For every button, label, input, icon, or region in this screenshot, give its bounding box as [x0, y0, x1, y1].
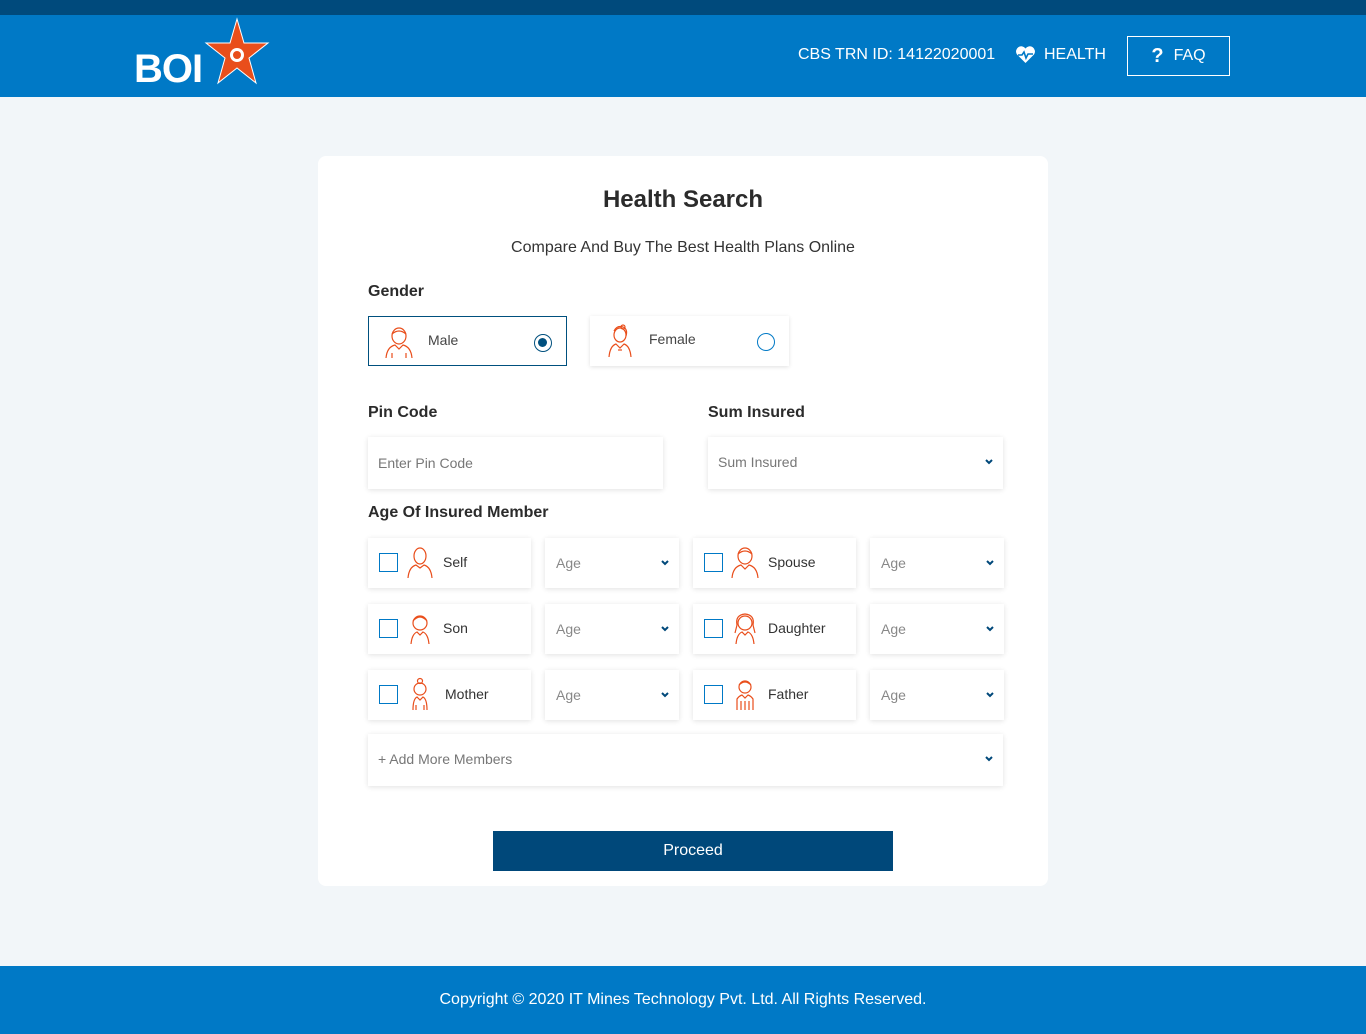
add-more-members-select[interactable]: + Add More Members — [368, 734, 1003, 786]
mother-avatar-icon — [412, 677, 428, 711]
member-label-father: Father — [768, 686, 809, 702]
health-label: HEALTH — [1044, 46, 1106, 63]
add-more-members-label: + Add More Members — [378, 751, 513, 767]
spouse-avatar-icon — [731, 547, 759, 579]
faq-label: FAQ — [1173, 47, 1206, 64]
top-strip — [0, 0, 1366, 15]
age-value-spouse: Age — [881, 555, 906, 571]
member-label-mother: Mother — [445, 686, 489, 702]
sum-insured-value: Sum Insured — [718, 454, 798, 470]
checkbox-spouse[interactable] — [704, 553, 723, 572]
pincode-label: Pin Code — [368, 404, 438, 421]
cbs-trn-id: CBS TRN ID: 14122020001 — [798, 46, 996, 63]
question-mark-icon: ? — [1151, 44, 1164, 67]
chevron-down-icon — [661, 692, 669, 698]
chevron-down-icon — [986, 560, 994, 566]
age-value-mother: Age — [556, 687, 581, 703]
page-title: Health Search — [602, 186, 764, 213]
member-label-spouse: Spouse — [768, 554, 816, 570]
age-value-father: Age — [881, 687, 906, 703]
member-label-self: Self — [443, 554, 468, 570]
gender-label-male: Male — [428, 332, 459, 348]
son-avatar-icon — [410, 615, 430, 645]
copyright-text: Copyright © 2020 IT Mines Technology Pvt… — [439, 991, 927, 1008]
age-select-self[interactable]: Age — [545, 538, 679, 588]
sum-insured-label: Sum Insured — [708, 404, 805, 421]
self-avatar-icon — [407, 547, 433, 579]
logo-text: BOI — [134, 47, 203, 91]
chevron-down-icon — [986, 692, 994, 698]
gender-option-male[interactable]: Male — [368, 316, 567, 366]
age-value-self: Age — [556, 555, 581, 571]
member-mother[interactable]: Mother — [368, 670, 531, 720]
daughter-avatar-icon — [734, 613, 756, 645]
age-select-spouse[interactable]: Age — [870, 538, 1004, 588]
chevron-down-icon — [986, 626, 994, 632]
checkbox-daughter[interactable] — [704, 619, 723, 638]
age-select-mother[interactable]: Age — [545, 670, 679, 720]
age-select-father[interactable]: Age — [870, 670, 1004, 720]
member-label-daughter: Daughter — [768, 620, 826, 636]
father-avatar-icon — [736, 680, 754, 710]
faq-button[interactable]: ? FAQ — [1127, 36, 1230, 76]
chevron-down-icon — [985, 459, 993, 465]
age-select-daughter[interactable]: Age — [870, 604, 1004, 654]
heart-pulse-icon — [1016, 46, 1035, 63]
radio-female[interactable] — [757, 333, 775, 351]
site-footer: Copyright © 2020 IT Mines Technology Pvt… — [0, 966, 1366, 1034]
gender-option-female[interactable]: Female — [590, 316, 789, 366]
health-nav-link[interactable]: HEALTH — [1015, 45, 1106, 65]
chevron-down-icon — [661, 560, 669, 566]
member-daughter[interactable]: Daughter — [693, 604, 856, 654]
member-son[interactable]: Son — [368, 604, 531, 654]
gender-label: Gender — [368, 283, 425, 300]
star-logo-icon — [204, 17, 270, 85]
male-avatar-icon — [385, 327, 413, 359]
proceed-button[interactable]: Proceed — [493, 831, 893, 871]
checkbox-self[interactable] — [379, 553, 398, 572]
pincode-input[interactable] — [368, 437, 663, 489]
checkbox-mother[interactable] — [379, 685, 398, 704]
age-value-son: Age — [556, 621, 581, 637]
age-members-label: Age Of Insured Member — [368, 504, 549, 521]
checkbox-father[interactable] — [704, 685, 723, 704]
member-self[interactable]: Self — [368, 538, 531, 588]
gender-label-female: Female — [649, 331, 696, 347]
member-label-son: Son — [443, 620, 468, 636]
checkbox-son[interactable] — [379, 619, 398, 638]
health-search-card: Health Search Compare And Buy The Best H… — [318, 156, 1048, 886]
chevron-down-icon — [985, 756, 993, 762]
page-subtitle: Compare And Buy The Best Health Plans On… — [511, 239, 855, 256]
boi-logo[interactable]: BOI — [134, 17, 274, 91]
radio-male[interactable] — [534, 334, 552, 352]
sum-insured-select[interactable]: Sum Insured — [708, 437, 1003, 489]
chevron-down-icon — [661, 626, 669, 632]
pincode-field[interactable] — [368, 437, 663, 489]
female-avatar-icon — [608, 324, 632, 358]
age-value-daughter: Age — [881, 621, 906, 637]
age-select-son[interactable]: Age — [545, 604, 679, 654]
site-header: BOI CBS TRN ID: 14122020001 HEALTH ? FAQ — [0, 15, 1366, 97]
member-father[interactable]: Father — [693, 670, 856, 720]
member-spouse[interactable]: Spouse — [693, 538, 856, 588]
